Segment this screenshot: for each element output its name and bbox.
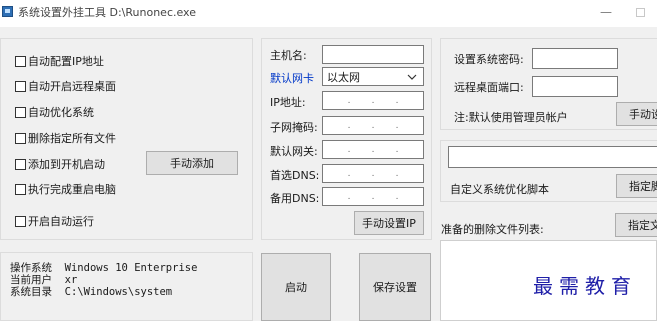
- gateway-label: 默认网关:: [270, 145, 318, 158]
- ip-dot: .: [347, 191, 351, 202]
- checkbox-optimize[interactable]: 自动优化系统: [15, 104, 94, 120]
- ip-dot: .: [347, 120, 351, 131]
- nic-selected: 以太网: [327, 70, 360, 84]
- checkbox-label: 开启自动运行: [28, 215, 94, 228]
- dns2-label: 备用DNS:: [270, 192, 320, 205]
- system-info-text: 操作系统 Windows 10 Enterprise 当前用户 xr 系统目录 …: [10, 262, 197, 298]
- system-info-panel: 操作系统 Windows 10 Enterprise 当前用户 xr 系统目录 …: [0, 252, 253, 321]
- ip-dot: .: [395, 191, 399, 202]
- optimize-script-panel: 自定义系统优化脚本 指定脚: [440, 140, 657, 202]
- port-label: 远程桌面端口:: [454, 81, 524, 94]
- checkbox-label: 自动优化系统: [28, 106, 94, 119]
- ip-dot: .: [371, 144, 375, 155]
- ip-dot: .: [371, 95, 375, 106]
- checkbox-remote-desktop[interactable]: 自动开启远程桌面: [15, 78, 116, 94]
- start-button[interactable]: 启动: [261, 253, 331, 321]
- checkbox-label: 添加到开机启动: [28, 158, 105, 171]
- password-label: 设置系统密码:: [454, 53, 524, 66]
- select-files-button[interactable]: 指定文: [615, 213, 657, 237]
- minimize-button[interactable]: —: [596, 4, 616, 20]
- checkbox-reboot[interactable]: 执行完成重启电脑: [15, 181, 116, 197]
- user-value: xr: [64, 274, 78, 286]
- port-input[interactable]: [532, 76, 618, 97]
- os-value: Windows 10 Enterprise: [64, 262, 198, 274]
- checkbox-box[interactable]: [15, 158, 26, 170]
- ip-address-input[interactable]: ...: [322, 91, 424, 110]
- ip-dot: .: [395, 168, 399, 179]
- script-label: 自定义系统优化脚本: [450, 183, 549, 196]
- ip-dot: .: [347, 144, 351, 155]
- checkbox-box[interactable]: [15, 183, 26, 195]
- manual-set-ip-button[interactable]: 手动设置IP: [354, 211, 424, 235]
- ip-dot: .: [395, 95, 399, 106]
- checkbox-label: 自动配置IP地址: [28, 55, 104, 68]
- checkbox-box[interactable]: [15, 215, 26, 227]
- ip-dot: .: [371, 120, 375, 131]
- ip-dot: .: [371, 168, 375, 179]
- checkbox-startup[interactable]: 添加到开机启动: [15, 156, 105, 172]
- user-label: 当前用户: [10, 274, 52, 286]
- hostname-label: 主机名:: [270, 49, 307, 62]
- select-script-button[interactable]: 指定脚: [616, 174, 657, 198]
- ip-dot: .: [395, 120, 399, 131]
- watermark-text: 最需教育: [533, 274, 637, 298]
- hostname-input[interactable]: [322, 45, 424, 64]
- ip-label: IP地址:: [270, 96, 306, 109]
- os-label: 操作系统: [10, 262, 52, 274]
- checkbox-label: 执行完成重启电脑: [28, 183, 116, 196]
- dns1-label: 首选DNS:: [270, 169, 320, 182]
- nic-label: 默认网卡: [270, 72, 314, 85]
- subnet-label: 子网掩码:: [270, 121, 318, 134]
- delete-list-label: 准备的删除文件列表:: [441, 223, 544, 236]
- checkbox-box[interactable]: [15, 106, 26, 118]
- dir-value: C:\Windows\system: [64, 286, 173, 298]
- dir-label: 系统目录: [10, 286, 52, 298]
- checkbox-auto-run[interactable]: 开启自动运行: [15, 213, 94, 229]
- remote-desktop-panel: 设置系统密码: 远程桌面端口: 注:默认使用管理员帐户 手动设: [440, 38, 657, 130]
- nic-select[interactable]: 以太网: [322, 67, 424, 86]
- ip-dot: .: [395, 144, 399, 155]
- checkbox-label: 自动开启远程桌面: [28, 80, 116, 93]
- script-path-input[interactable]: [448, 146, 657, 168]
- checkbox-box[interactable]: [15, 55, 26, 67]
- app-icon: [2, 6, 13, 17]
- options-panel: 自动配置IP地址 自动开启远程桌面 自动优化系统 删除指定所有文件 添加到开机启…: [0, 38, 253, 240]
- chevron-down-icon: [407, 74, 417, 80]
- admin-note: 注:默认使用管理员帐户: [454, 111, 568, 124]
- save-settings-button[interactable]: 保存设置: [359, 253, 431, 321]
- maximize-button[interactable]: [636, 8, 645, 17]
- network-panel: 主机名: 默认网卡 以太网 IP地址: ... 子网掩码: ... 默认网关: …: [261, 38, 432, 240]
- checkbox-label: 删除指定所有文件: [28, 132, 116, 145]
- ip-dot: .: [371, 191, 375, 202]
- checkbox-box[interactable]: [15, 80, 26, 92]
- window-title: 系统设置外挂工具 D:\Runonec.exe: [18, 6, 196, 19]
- subnet-mask-input[interactable]: ...: [322, 116, 424, 135]
- manual-set-remote-button[interactable]: 手动设: [616, 102, 657, 126]
- checkbox-box[interactable]: [15, 132, 26, 144]
- checkbox-auto-ip[interactable]: 自动配置IP地址: [15, 53, 104, 69]
- dns2-input[interactable]: ...: [322, 187, 424, 206]
- checkbox-delete-files[interactable]: 删除指定所有文件: [15, 130, 116, 146]
- ip-dot: .: [347, 95, 351, 106]
- ip-dot: .: [347, 168, 351, 179]
- gateway-input[interactable]: ...: [322, 140, 424, 159]
- manual-add-button[interactable]: 手动添加: [146, 151, 238, 175]
- password-input[interactable]: [532, 48, 618, 69]
- dns1-input[interactable]: ...: [322, 164, 424, 183]
